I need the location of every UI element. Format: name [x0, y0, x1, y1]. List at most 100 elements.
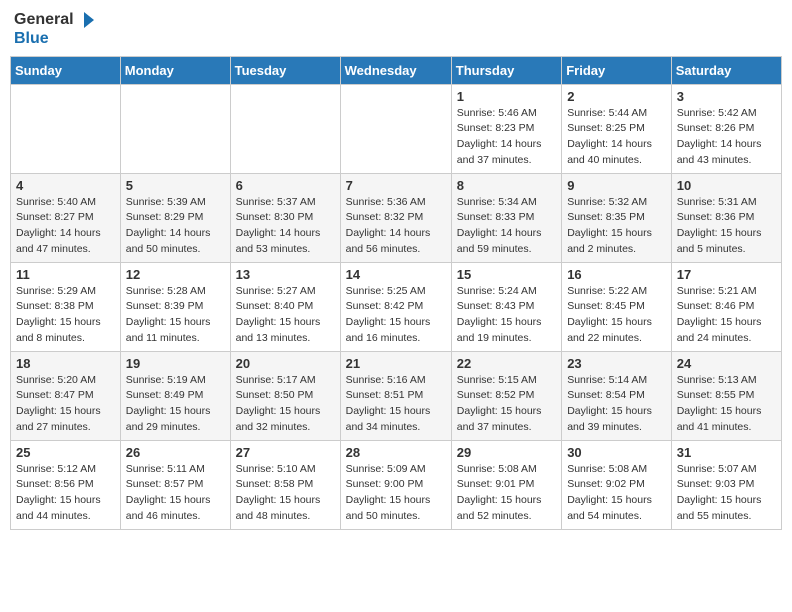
- calendar-cell: 3 Sunrise: 5:42 AMSunset: 8:26 PMDaylight…: [671, 84, 781, 173]
- day-number: 22: [457, 356, 556, 371]
- day-info: Sunrise: 5:34 AMSunset: 8:33 PMDaylight:…: [457, 195, 556, 258]
- day-info: Sunrise: 5:10 AMSunset: 8:58 PMDaylight:…: [236, 462, 335, 525]
- day-number: 10: [677, 178, 776, 193]
- calendar-cell: 6 Sunrise: 5:37 AMSunset: 8:30 PMDaylight…: [230, 173, 340, 262]
- day-info: Sunrise: 5:22 AMSunset: 8:45 PMDaylight:…: [567, 284, 666, 347]
- day-info: Sunrise: 5:20 AMSunset: 8:47 PMDaylight:…: [16, 373, 115, 436]
- day-info: Sunrise: 5:13 AMSunset: 8:55 PMDaylight:…: [677, 373, 776, 436]
- day-info: Sunrise: 5:37 AMSunset: 8:30 PMDaylight:…: [236, 195, 335, 258]
- day-number: 11: [16, 267, 115, 282]
- day-info: Sunrise: 5:09 AMSunset: 9:00 PMDaylight:…: [346, 462, 446, 525]
- day-number: 25: [16, 445, 115, 460]
- day-info: Sunrise: 5:08 AMSunset: 9:01 PMDaylight:…: [457, 462, 556, 525]
- calendar-cell: 18Sunrise: 5:20 AMSunset: 8:47 PMDayligh…: [11, 351, 121, 440]
- calendar-cell: 16 Sunrise: 5:22 AMSunset: 8:45 PMDayligh…: [562, 262, 672, 351]
- day-info: Sunrise: 5:07 AMSunset: 9:03 PMDaylight:…: [677, 462, 776, 525]
- calendar-cell: 23 Sunrise: 5:14 AMSunset: 8:54 PMDayligh…: [562, 351, 672, 440]
- weekday-header-friday: Friday: [562, 56, 672, 84]
- calendar-cell: 10Sunrise: 5:31 AMSunset: 8:36 PMDayligh…: [671, 173, 781, 262]
- calendar-cell: 2 Sunrise: 5:44 AMSunset: 8:25 PMDaylight…: [562, 84, 672, 173]
- day-info: Sunrise: 5:14 AMSunset: 8:54 PMDaylight:…: [567, 373, 666, 436]
- weekday-header-thursday: Thursday: [451, 56, 561, 84]
- day-number: 16: [567, 267, 666, 282]
- calendar-cell: 8 Sunrise: 5:34 AMSunset: 8:33 PMDaylight…: [451, 173, 561, 262]
- day-info: Sunrise: 5:42 AMSunset: 8:26 PMDaylight:…: [677, 106, 776, 169]
- calendar-cell: 20 Sunrise: 5:17 AMSunset: 8:50 PMDayligh…: [230, 351, 340, 440]
- day-number: 7: [346, 178, 446, 193]
- calendar-cell: [120, 84, 230, 173]
- day-number: 23: [567, 356, 666, 371]
- calendar-cell: 25 Sunrise: 5:12 AMSunset: 8:56 PMDayligh…: [11, 440, 121, 529]
- calendar-cell: 15 Sunrise: 5:24 AMSunset: 8:43 PMDayligh…: [451, 262, 561, 351]
- day-number: 28: [346, 445, 446, 460]
- day-info: Sunrise: 5:17 AMSunset: 8:50 PMDaylight:…: [236, 373, 335, 436]
- day-info: Sunrise: 5:46 AMSunset: 8:23 PMDaylight:…: [457, 106, 556, 169]
- day-number: 26: [126, 445, 225, 460]
- weekday-header-tuesday: Tuesday: [230, 56, 340, 84]
- day-number: 4: [16, 178, 115, 193]
- calendar-cell: 29Sunrise: 5:08 AMSunset: 9:01 PMDayligh…: [451, 440, 561, 529]
- calendar-cell: 31Sunrise: 5:07 AMSunset: 9:03 PMDayligh…: [671, 440, 781, 529]
- day-info: Sunrise: 5:29 AMSunset: 8:38 PMDaylight:…: [16, 284, 115, 347]
- day-info: Sunrise: 5:08 AMSunset: 9:02 PMDaylight:…: [567, 462, 666, 525]
- calendar-cell: 22 Sunrise: 5:15 AMSunset: 8:52 PMDayligh…: [451, 351, 561, 440]
- logo-text-general: General: [14, 11, 74, 29]
- day-number: 19: [126, 356, 225, 371]
- calendar-cell: 30 Sunrise: 5:08 AMSunset: 9:02 PMDayligh…: [562, 440, 672, 529]
- calendar-cell: 4 Sunrise: 5:40 AMSunset: 8:27 PMDaylight…: [11, 173, 121, 262]
- calendar-cell: 17Sunrise: 5:21 AMSunset: 8:46 PMDayligh…: [671, 262, 781, 351]
- calendar-cell: 26 Sunrise: 5:11 AMSunset: 8:57 PMDayligh…: [120, 440, 230, 529]
- day-number: 21: [346, 356, 446, 371]
- day-info: Sunrise: 5:15 AMSunset: 8:52 PMDaylight:…: [457, 373, 556, 436]
- day-info: Sunrise: 5:24 AMSunset: 8:43 PMDaylight:…: [457, 284, 556, 347]
- day-number: 20: [236, 356, 335, 371]
- calendar-cell: 1 Sunrise: 5:46 AMSunset: 8:23 PMDaylight…: [451, 84, 561, 173]
- calendar-week-row: 1 Sunrise: 5:46 AMSunset: 8:23 PMDaylight…: [11, 84, 782, 173]
- weekday-header-saturday: Saturday: [671, 56, 781, 84]
- calendar-cell: 21Sunrise: 5:16 AMSunset: 8:51 PMDayligh…: [340, 351, 451, 440]
- day-number: 3: [677, 89, 776, 104]
- logo-text-blue: Blue: [14, 30, 96, 48]
- day-number: 24: [677, 356, 776, 371]
- calendar-week-row: 11 Sunrise: 5:29 AMSunset: 8:38 PMDayligh…: [11, 262, 782, 351]
- day-info: Sunrise: 5:12 AMSunset: 8:56 PMDaylight:…: [16, 462, 115, 525]
- calendar-cell: 24 Sunrise: 5:13 AMSunset: 8:55 PMDayligh…: [671, 351, 781, 440]
- day-number: 9: [567, 178, 666, 193]
- day-info: Sunrise: 5:40 AMSunset: 8:27 PMDaylight:…: [16, 195, 115, 258]
- day-info: Sunrise: 5:32 AMSunset: 8:35 PMDaylight:…: [567, 195, 666, 258]
- calendar-table: SundayMondayTuesdayWednesdayThursdayFrid…: [10, 56, 782, 530]
- calendar-cell: 27 Sunrise: 5:10 AMSunset: 8:58 PMDayligh…: [230, 440, 340, 529]
- day-info: Sunrise: 5:25 AMSunset: 8:42 PMDaylight:…: [346, 284, 446, 347]
- day-number: 8: [457, 178, 556, 193]
- day-info: Sunrise: 5:27 AMSunset: 8:40 PMDaylight:…: [236, 284, 335, 347]
- calendar-cell: 9 Sunrise: 5:32 AMSunset: 8:35 PMDaylight…: [562, 173, 672, 262]
- day-info: Sunrise: 5:21 AMSunset: 8:46 PMDaylight:…: [677, 284, 776, 347]
- calendar-cell: [11, 84, 121, 173]
- weekday-header-wednesday: Wednesday: [340, 56, 451, 84]
- day-number: 2: [567, 89, 666, 104]
- day-number: 13: [236, 267, 335, 282]
- logo-arrow-icon: [76, 10, 96, 30]
- day-info: Sunrise: 5:11 AMSunset: 8:57 PMDaylight:…: [126, 462, 225, 525]
- day-number: 1: [457, 89, 556, 104]
- day-info: Sunrise: 5:44 AMSunset: 8:25 PMDaylight:…: [567, 106, 666, 169]
- weekday-header-monday: Monday: [120, 56, 230, 84]
- calendar-week-row: 25 Sunrise: 5:12 AMSunset: 8:56 PMDayligh…: [11, 440, 782, 529]
- day-number: 27: [236, 445, 335, 460]
- day-number: 6: [236, 178, 335, 193]
- calendar-cell: [230, 84, 340, 173]
- day-number: 30: [567, 445, 666, 460]
- day-info: Sunrise: 5:28 AMSunset: 8:39 PMDaylight:…: [126, 284, 225, 347]
- day-info: Sunrise: 5:36 AMSunset: 8:32 PMDaylight:…: [346, 195, 446, 258]
- day-number: 14: [346, 267, 446, 282]
- calendar-cell: 11 Sunrise: 5:29 AMSunset: 8:38 PMDayligh…: [11, 262, 121, 351]
- weekday-header-sunday: Sunday: [11, 56, 121, 84]
- calendar-cell: 5Sunrise: 5:39 AMSunset: 8:29 PMDaylight…: [120, 173, 230, 262]
- calendar-cell: 12Sunrise: 5:28 AMSunset: 8:39 PMDayligh…: [120, 262, 230, 351]
- calendar-week-row: 4 Sunrise: 5:40 AMSunset: 8:27 PMDaylight…: [11, 173, 782, 262]
- page-header: General Blue: [10, 10, 782, 48]
- logo: General Blue: [14, 10, 96, 48]
- day-number: 15: [457, 267, 556, 282]
- calendar-cell: 13 Sunrise: 5:27 AMSunset: 8:40 PMDayligh…: [230, 262, 340, 351]
- calendar-cell: 7 Sunrise: 5:36 AMSunset: 8:32 PMDaylight…: [340, 173, 451, 262]
